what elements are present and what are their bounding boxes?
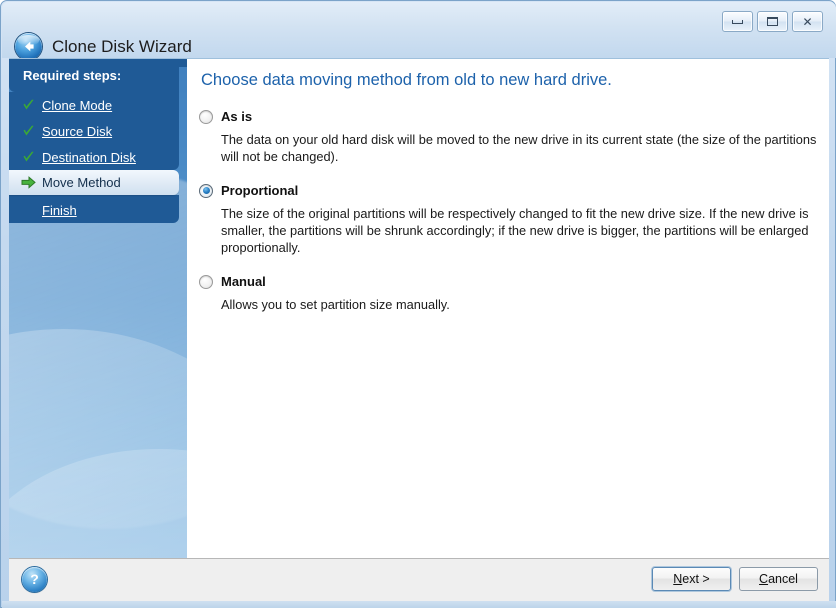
option-description: Allows you to set partition size manuall… xyxy=(221,297,450,312)
sidebar-item-source-disk[interactable]: Source Disk xyxy=(9,118,179,144)
back-arrow-icon[interactable] xyxy=(15,33,42,60)
option-label: Proportional xyxy=(221,183,299,198)
green-arrow-icon xyxy=(19,174,37,192)
minimize-icon[interactable] xyxy=(722,11,753,32)
window-controls: ✕ xyxy=(722,11,823,32)
cancel-button[interactable]: Cancel xyxy=(739,567,818,591)
cancel-button-label: ancel xyxy=(768,572,798,586)
cancel-button-accel: C xyxy=(759,572,769,586)
maximize-icon[interactable] xyxy=(757,11,788,32)
move-method-radio-group: As is The data on your old hard disk wil… xyxy=(199,107,819,329)
green-check-icon xyxy=(19,96,37,114)
sidebar-item-clone-mode[interactable]: Clone Mode xyxy=(9,92,179,118)
radio-manual[interactable] xyxy=(199,274,213,289)
option-description: The size of the original partitions will… xyxy=(221,206,809,255)
window-bottom-edge xyxy=(2,601,836,608)
option-description: The data on your old hard disk will be m… xyxy=(221,132,817,164)
client-area: Required steps: Clone Mode Source Disk D… xyxy=(9,58,829,559)
option-as-is-header[interactable]: As is xyxy=(199,107,819,126)
next-button-label: ext > xyxy=(682,572,710,586)
sidebar-item-label: Finish xyxy=(42,202,77,218)
sidebar-item-finish[interactable]: Finish xyxy=(9,197,179,223)
maximize-glyph xyxy=(767,17,778,26)
sidebar-item-label: Destination Disk xyxy=(42,149,136,165)
steps-list: Clone Mode Source Disk Destination Disk … xyxy=(9,92,187,223)
window-title: Clone Disk Wizard xyxy=(52,37,192,56)
option-proportional[interactable]: Proportional The size of the original pa… xyxy=(199,181,819,256)
sidebar-item-move-method[interactable]: Move Method xyxy=(9,170,179,195)
option-label: As is xyxy=(221,109,253,124)
next-button-accel: N xyxy=(673,572,683,586)
page-title: Choose data moving method from old to ne… xyxy=(201,71,612,89)
minimize-glyph xyxy=(732,19,743,24)
option-manual[interactable]: Manual Allows you to set partition size … xyxy=(199,272,819,313)
radio-as-is[interactable] xyxy=(199,109,213,124)
sidebar-item-label: Move Method xyxy=(42,175,121,190)
title-bar: Clone Disk Wizard ✕ xyxy=(2,2,836,60)
footer-bar: ? Next > Cancel xyxy=(9,558,829,602)
help-question-icon[interactable]: ? xyxy=(22,567,47,592)
close-icon[interactable]: ✕ xyxy=(792,11,823,32)
wizard-window: Clone Disk Wizard ✕ Required steps: Clon… xyxy=(0,0,836,608)
option-label: Manual xyxy=(221,274,266,289)
option-as-is[interactable]: As is The data on your old hard disk wil… xyxy=(199,107,819,165)
option-manual-header[interactable]: Manual xyxy=(199,272,819,291)
option-proportional-header[interactable]: Proportional xyxy=(199,181,819,200)
sidebar-item-destination-disk[interactable]: Destination Disk xyxy=(9,144,179,170)
required-steps-heading: Required steps: xyxy=(9,59,179,92)
green-check-icon xyxy=(19,148,37,166)
close-glyph: ✕ xyxy=(802,14,813,29)
next-button[interactable]: Next > xyxy=(652,567,731,591)
sidebar-item-label: Clone Mode xyxy=(42,97,113,113)
green-check-icon xyxy=(19,122,37,140)
footer-buttons: Next > Cancel xyxy=(652,567,818,591)
content-pane: Choose data moving method from old to ne… xyxy=(187,59,829,559)
steps-sidebar: Required steps: Clone Mode Source Disk D… xyxy=(9,59,187,559)
sidebar-item-label: Source Disk xyxy=(42,123,113,139)
radio-proportional[interactable] xyxy=(199,183,213,198)
